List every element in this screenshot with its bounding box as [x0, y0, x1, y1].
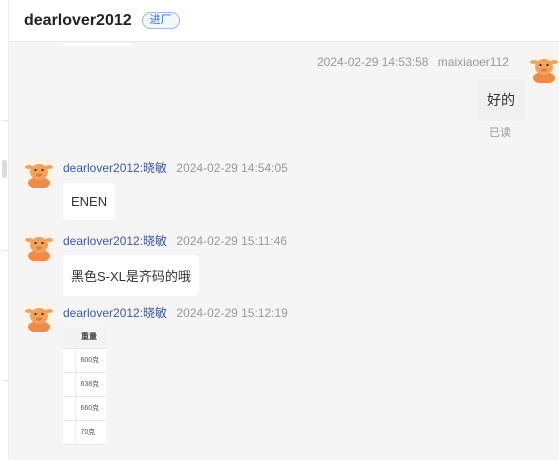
avatar-icon	[24, 158, 54, 188]
message-sender[interactable]: dearlover2012:晓敏	[63, 234, 167, 248]
table-header: 重量	[63, 326, 106, 349]
avatar-icon	[529, 53, 559, 83]
avatar-icon	[24, 302, 54, 332]
message-time: 2024-02-29 15:11:46	[176, 234, 287, 248]
status-badge[interactable]: 进厂	[141, 12, 180, 29]
table-cell: 600克	[75, 348, 106, 373]
weight-table-image: 重量 600克 638克 660克 70克	[63, 326, 106, 445]
message-sender: maixiaoer112	[437, 55, 509, 69]
message-sender[interactable]: dearlover2012:晓敏	[63, 161, 167, 175]
message-meta: dearlover2012:晓敏 2024-02-29 14:54:05	[63, 159, 288, 176]
table-row: 638克	[63, 372, 106, 397]
table-row: 660克	[63, 396, 106, 421]
table-cell: 638克	[75, 372, 106, 397]
table-cell: 660克	[75, 396, 106, 421]
table-cell: 70克	[75, 420, 106, 445]
avatar[interactable]	[24, 302, 54, 332]
message-bubble	[63, 43, 133, 46]
message-bubble[interactable]: ENEN	[63, 183, 116, 220]
image-message[interactable]: 重量 600克 638克 660克 70克	[63, 326, 106, 445]
message-bubble[interactable]: 好的	[477, 79, 525, 121]
message-meta: 2024-02-29 14:53:58 maixiaoer112	[317, 55, 509, 69]
scrollbar-thumb[interactable]	[2, 160, 7, 178]
table-row: 70克	[63, 420, 106, 445]
chat-header: dearlover2012 进厂	[9, 0, 559, 42]
avatar-icon	[24, 231, 54, 261]
avatar[interactable]	[24, 231, 54, 261]
table-row: 600克	[63, 348, 106, 373]
chat-title: dearlover2012	[24, 11, 132, 29]
message-time: 2024-02-29 14:54:05	[176, 161, 288, 175]
message-time: 2024-02-29 14:53:58	[317, 55, 429, 69]
message-time: 2024-02-29 15:12:19	[176, 306, 288, 320]
divider	[3, 250, 8, 251]
message-sender[interactable]: dearlover2012:晓敏	[63, 306, 167, 320]
avatar[interactable]	[529, 53, 559, 83]
message-meta: dearlover2012:晓敏 2024-02-29 15:11:46	[63, 232, 287, 249]
left-panel-edge	[0, 0, 9, 460]
message-meta: dearlover2012:晓敏 2024-02-29 15:12:19	[63, 304, 288, 321]
message-bubble[interactable]: 黑色S-XL是齐码的哦	[63, 255, 199, 296]
chat-message-list[interactable]: 2024-02-29 14:53:58 maixiaoer112 好的 已读 d…	[9, 43, 559, 460]
divider	[3, 380, 8, 381]
divider	[3, 120, 8, 121]
read-status: 已读	[489, 127, 511, 139]
avatar[interactable]	[24, 158, 54, 188]
